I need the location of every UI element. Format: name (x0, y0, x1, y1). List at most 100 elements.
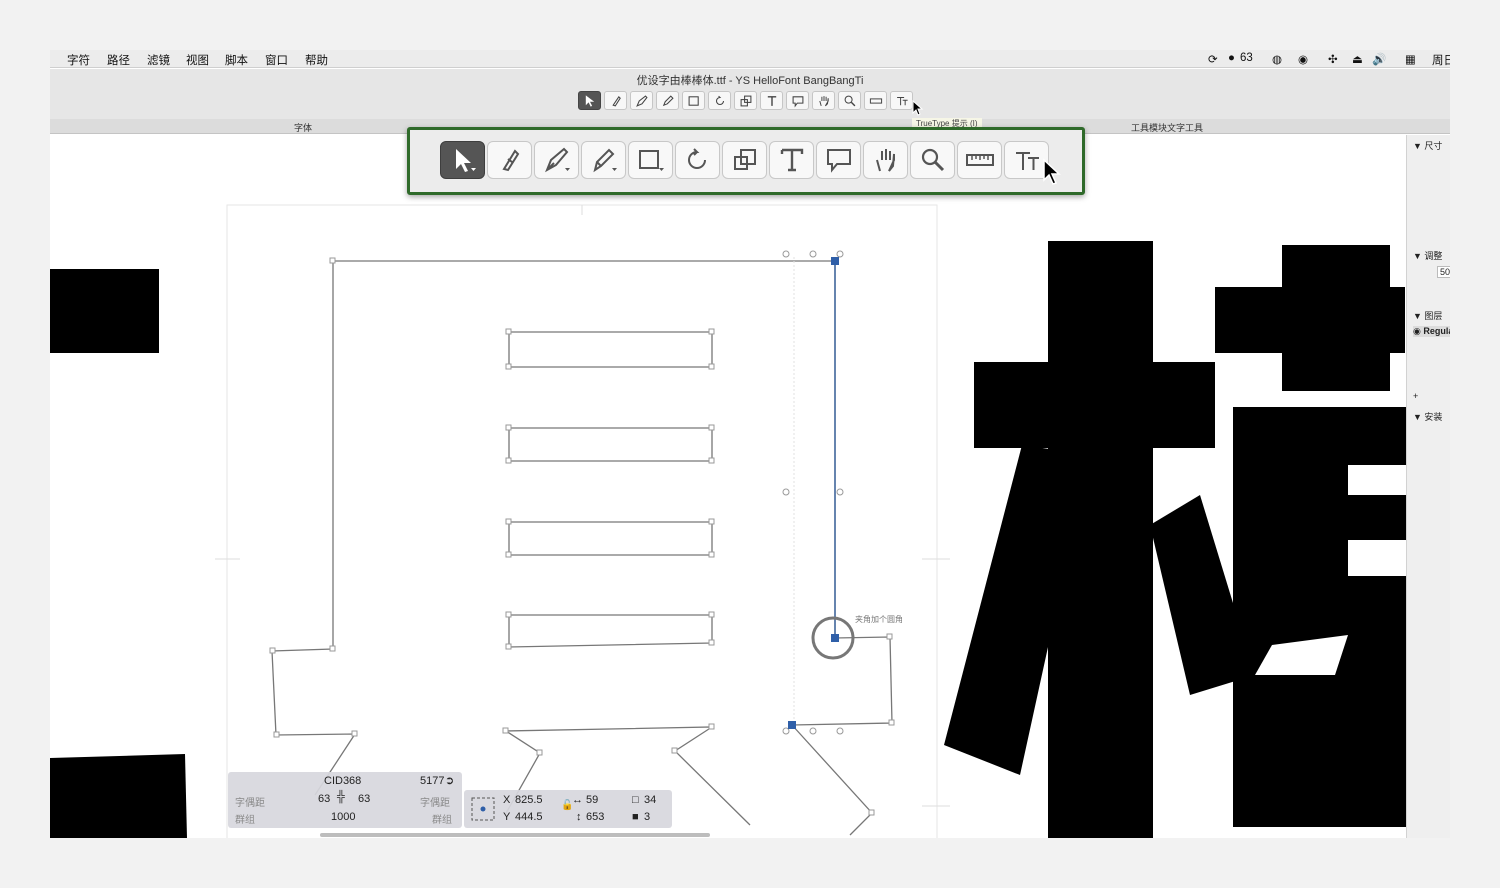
height-value[interactable]: 653 (586, 811, 604, 823)
pen-tool-small[interactable] (630, 91, 653, 110)
add-layer-button[interactable]: + (1413, 391, 1418, 401)
width-icon: ↔ (572, 794, 583, 806)
selected-node-corner[interactable] (831, 634, 839, 642)
pointer-tool-small[interactable] (578, 91, 601, 110)
zoom-tool-small[interactable] (838, 91, 861, 110)
zoom-icon (921, 148, 944, 172)
eye-icon[interactable]: ◉ (1298, 52, 1308, 66)
left-kern-value[interactable]: 63 (318, 793, 330, 805)
comment-icon (792, 95, 803, 107)
inner-strokes[interactable] (508, 331, 713, 648)
section-adjust[interactable]: ▼ 调整 (1413, 249, 1442, 262)
layer-regular-label: Regular (1423, 326, 1450, 336)
section-size[interactable]: ▼ 尺寸 (1413, 139, 1442, 152)
comment-tool-small[interactable] (786, 91, 809, 110)
truetype-hint-icon (896, 96, 908, 105)
toolbar-zoom-highlight (407, 127, 1085, 195)
contour-count-icon: ■ (632, 811, 639, 823)
pointer-tool[interactable] (440, 141, 485, 179)
pen-tool[interactable] (534, 141, 579, 179)
volume-icon[interactable]: 🔊 (1372, 52, 1386, 66)
width-value[interactable]: 59 (586, 794, 598, 806)
section-install[interactable]: ▼ 安装 (1413, 410, 1442, 423)
node-count-icon: □ (632, 794, 639, 806)
y-value[interactable]: 444.5 (515, 811, 543, 823)
knife-tool[interactable] (487, 141, 532, 179)
measure-tool[interactable] (957, 141, 1002, 179)
menu-view[interactable]: 视图 (186, 52, 209, 68)
menu-bar: 字符 路径 滤镜 视图 脚本 窗口 帮助 ⟳ ● 63 ◍ ◉ ✣ ⏏ 🔊 ▦ … (50, 50, 1450, 68)
origin-point-icon[interactable] (469, 795, 497, 823)
rectangle-icon (638, 150, 664, 171)
text-tool[interactable] (769, 141, 814, 179)
mouse-cursor-small-icon (912, 100, 924, 116)
rotate-icon (715, 95, 724, 105)
knife-tool-small[interactable] (604, 91, 627, 110)
comment-tool[interactable] (816, 141, 861, 179)
menu-filter[interactable]: 滤镜 (147, 52, 170, 68)
toolbar-large (440, 141, 1049, 179)
glyph-contour-left-leg[interactable] (271, 261, 357, 796)
right-group-label: 群组 (432, 815, 452, 826)
glyph-contour-main[interactable] (333, 260, 893, 726)
eject-icon[interactable]: ⏏ (1352, 52, 1363, 66)
right-kern-value[interactable]: 63 (358, 793, 370, 805)
advance-width-value[interactable]: 1000 (331, 811, 355, 823)
x-label: X (503, 794, 511, 806)
comment-icon (826, 149, 851, 173)
menu-path[interactable]: 路径 (107, 52, 130, 68)
pencil-tool-small[interactable] (656, 91, 679, 110)
glyph-outline-svg[interactable] (50, 135, 1406, 838)
truetype-hint-icon (1015, 152, 1039, 170)
selected-node-bottom[interactable] (788, 721, 796, 729)
menu-help[interactable]: 帮助 (305, 52, 328, 68)
hand-tool-small[interactable] (812, 91, 835, 110)
scale-tool-small[interactable] (734, 91, 757, 110)
clock[interactable]: 周日 (1432, 52, 1450, 68)
left-kern-label: 字偶距 (235, 798, 265, 809)
tab-font[interactable]: 字体 (294, 121, 312, 134)
rotate-tool[interactable] (675, 141, 720, 179)
shape-tool-small[interactable] (682, 91, 705, 110)
cloud-icon[interactable]: ◍ (1272, 52, 1282, 66)
menu-script[interactable]: 脚本 (225, 52, 248, 68)
ruler-icon (965, 154, 994, 166)
measure-tool-small[interactable] (864, 91, 887, 110)
sync-icon[interactable]: ⟳ (1208, 52, 1218, 66)
unicode-info-icon[interactable]: ➲ (445, 774, 454, 787)
rotate-tool-small[interactable] (708, 91, 731, 110)
glyph-canvas[interactable]: 夹角加个圆角 (50, 135, 1406, 838)
scale-tool[interactable] (722, 141, 767, 179)
zoom-tool[interactable] (910, 141, 955, 179)
network-icon[interactable]: ✣ (1328, 52, 1338, 66)
input-method-icon[interactable]: ▦ (1405, 52, 1416, 66)
section-install-label: 安装 (1424, 412, 1443, 422)
hint-tool-small[interactable] (890, 91, 913, 110)
hand-tool[interactable] (863, 141, 908, 179)
left-group-label: 群组 (235, 815, 255, 826)
section-layers[interactable]: ▼ 图层 (1413, 309, 1442, 322)
pen-icon (544, 147, 570, 173)
layer-regular[interactable]: ◉ Regular (1413, 326, 1450, 337)
corner-hint-label: 夹角加个圆角 (855, 615, 903, 624)
tab-tool-module[interactable]: 工具模块文字工具 (1131, 121, 1203, 134)
glyph-info-panel: CID368 5177 ➲ 字偶距 63 ╬ 63 字偶距 群组 1000 群组 (228, 772, 462, 828)
glyph-contour-bottom-right[interactable] (791, 724, 873, 836)
qq-icon[interactable]: ● (1228, 52, 1235, 64)
text-tool-small[interactable] (760, 91, 783, 110)
horizontal-scrollbar[interactable] (320, 833, 710, 837)
adjust-value-field[interactable]: 50 (1437, 266, 1450, 278)
unicode-value: 5177 (420, 775, 445, 787)
outline-nodes[interactable] (269, 250, 895, 816)
pencil-tool[interactable] (581, 141, 626, 179)
menu-glyph[interactable]: 字符 (67, 52, 90, 68)
selected-node-top[interactable] (831, 257, 839, 265)
right-kern-label: 字偶距 (420, 798, 450, 809)
hand-icon (818, 95, 829, 106)
menu-window[interactable]: 窗口 (265, 52, 288, 68)
section-size-label: 尺寸 (1424, 141, 1443, 151)
shape-tool[interactable] (628, 141, 673, 179)
knife-icon (501, 149, 519, 172)
x-value[interactable]: 825.5 (515, 794, 543, 806)
text-icon (780, 148, 803, 172)
